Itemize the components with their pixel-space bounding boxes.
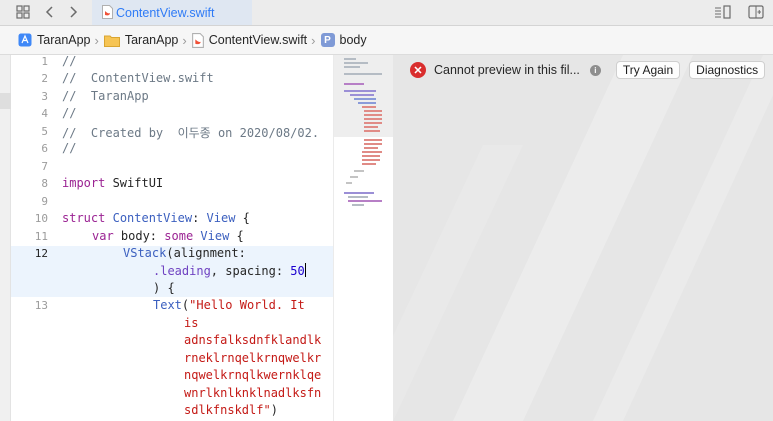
code-line-wrapped: wnrlknlknklnadlksfn xyxy=(184,386,322,400)
grid-icon[interactable] xyxy=(12,0,34,24)
forward-icon[interactable] xyxy=(64,0,82,24)
app-project-icon xyxy=(18,33,32,47)
line-number: 10 xyxy=(34,212,48,225)
code-line-wrapped: adnsfalksdnfklandlk xyxy=(184,333,322,347)
error-icon: ✕ xyxy=(410,62,426,78)
jump-bar: TaranApp › TaranApp › ContentView.swift … xyxy=(0,26,773,55)
code-line-wrapped: rneklrnqelkrnqwelkr xyxy=(184,351,322,365)
tab-contentview-swift[interactable]: ContentView.swift xyxy=(92,0,252,25)
code-line: // xyxy=(62,106,77,120)
code-line: // xyxy=(62,55,77,68)
back-icon[interactable] xyxy=(41,0,59,24)
breadcrumb-symbol[interactable]: P body xyxy=(320,33,367,47)
text-caret xyxy=(304,263,306,277)
line-number: 7 xyxy=(41,160,48,173)
diagnostics-button[interactable]: Diagnostics xyxy=(689,61,766,79)
folder-icon xyxy=(103,34,120,47)
line-number: 2 xyxy=(41,72,48,85)
code-line-wrapped: .leading, spacing: 50 xyxy=(153,263,306,278)
code-line: var body: some View { xyxy=(92,229,244,243)
try-again-button[interactable]: Try Again xyxy=(615,61,681,79)
code-line-wrapped: sdlkfnskdlf") xyxy=(184,403,278,417)
code-line-wrapped: ) { xyxy=(153,281,175,295)
preview-error-banner: ✕ Cannot preview in this fil... i Try Ag… xyxy=(401,59,766,81)
code-line-wrapped: nqwelkrnqlkwernklqe xyxy=(184,368,322,382)
adjust-editor-options-icon[interactable] xyxy=(712,0,734,24)
code-editor[interactable]: // // ContentView.swift // TaranApp // /… xyxy=(56,55,333,421)
code-line-current: VStack(alignment: xyxy=(123,246,246,260)
code-line: // ContentView.swift xyxy=(62,71,214,85)
line-number-current: 12 xyxy=(34,247,48,260)
chevron-right-icon: › xyxy=(311,32,316,48)
code-line: Text("Hello World. It xyxy=(153,298,305,312)
line-number: 4 xyxy=(41,107,48,120)
line-number: 1 xyxy=(41,55,48,68)
preview-canvas[interactable] xyxy=(393,55,773,421)
code-line: struct ContentView: View { xyxy=(62,211,250,225)
canvas-background xyxy=(393,55,773,421)
breadcrumb-file[interactable]: ContentView.swift xyxy=(191,32,307,48)
line-number: 3 xyxy=(41,90,48,103)
chevron-right-icon: › xyxy=(182,32,187,48)
tab-label: ContentView.swift xyxy=(116,5,215,20)
code-line-wrapped: is xyxy=(184,316,199,330)
swift-file-icon xyxy=(102,5,113,19)
tab-bar: ContentView.swift xyxy=(0,0,773,26)
error-message: Cannot preview in this fil... xyxy=(434,63,580,77)
line-number: 5 xyxy=(41,125,48,138)
code-line: // xyxy=(62,141,77,155)
line-number: 11 xyxy=(34,230,48,243)
line-number-gutter: 1 2 3 4 5 6 7 8 9 10 11 12 13 xyxy=(11,55,56,421)
code-line: // Created by 이두종 on 2020/08/02. xyxy=(62,126,320,140)
minimap-visible-region[interactable] xyxy=(334,55,393,137)
swift-file-icon xyxy=(191,32,204,48)
split-editor-icon[interactable] xyxy=(746,0,766,24)
line-number: 8 xyxy=(41,177,48,190)
breadcrumb-group[interactable]: TaranApp xyxy=(103,33,178,47)
code-line: import SwiftUI xyxy=(62,176,164,190)
property-icon: P xyxy=(320,33,335,47)
chevron-right-icon: › xyxy=(94,32,99,48)
minimap[interactable] xyxy=(333,55,393,421)
line-number: 9 xyxy=(41,195,48,208)
line-number: 6 xyxy=(41,142,48,155)
code-line: // TaranApp xyxy=(62,89,149,103)
editor-left-edge xyxy=(0,55,11,421)
line-number: 13 xyxy=(34,299,48,312)
breadcrumb-project[interactable]: TaranApp xyxy=(18,33,91,47)
info-icon[interactable]: i xyxy=(589,64,601,76)
